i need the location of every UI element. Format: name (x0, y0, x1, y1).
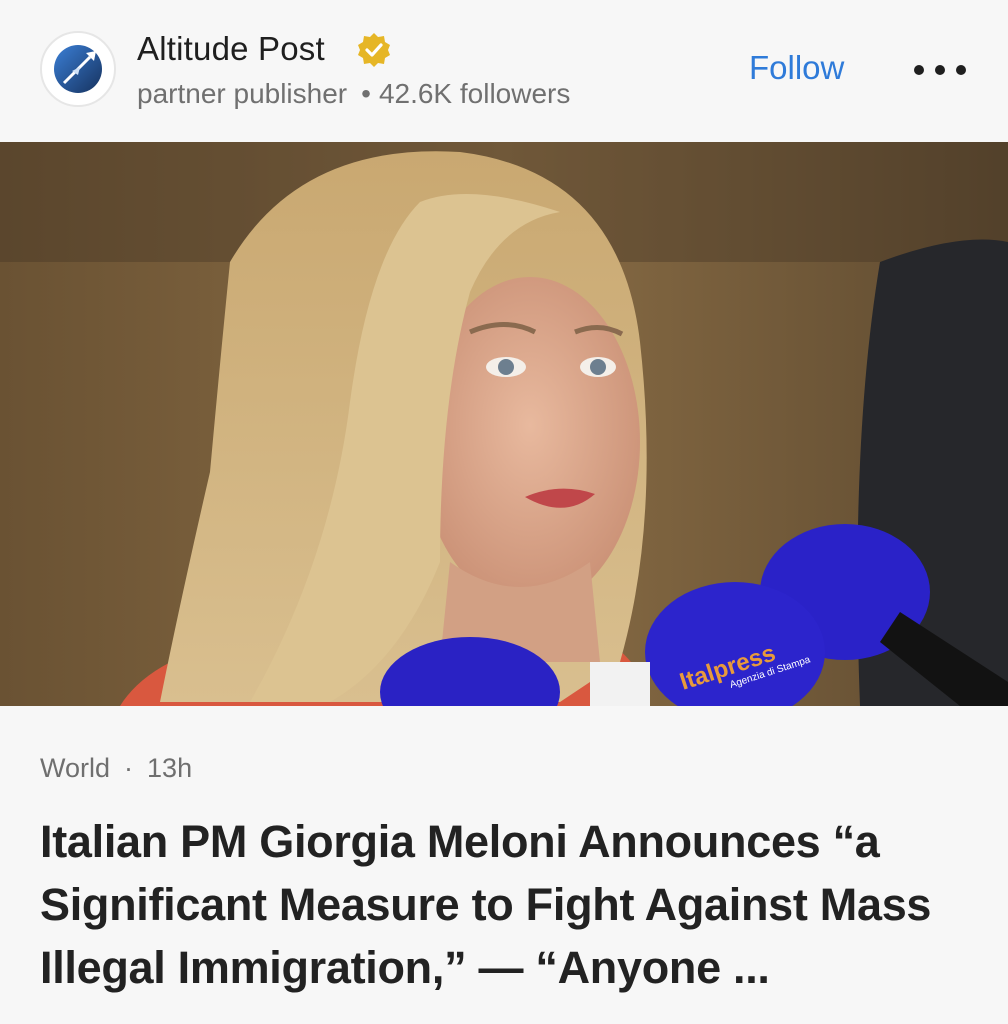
publisher-header: Altitude Post partner publisher • 42.6K fo… (0, 0, 1008, 142)
more-options-button[interactable] (914, 55, 966, 85)
more-dots-icon (914, 65, 924, 75)
article-age: 13h (147, 753, 193, 783)
plane-globe-icon (54, 45, 102, 93)
publisher-subtitle: partner publisher (137, 78, 348, 109)
publisher-name[interactable]: Altitude Post (137, 30, 325, 68)
follower-count: 42.6K followers (378, 78, 571, 109)
article-category[interactable]: World (40, 753, 110, 783)
meta-dot: · (124, 753, 134, 783)
publisher-meta: partner publisher • 42.6K followers (137, 78, 570, 110)
article-image[interactable]: Italpress Agenzia di Stampa (0, 142, 1008, 706)
article-meta: World · 13h (40, 753, 192, 784)
verified-badge-icon (358, 33, 390, 67)
meta-separator: • (361, 78, 371, 109)
article-headline[interactable]: Italian PM Giorgia Meloni Announces “a S… (40, 810, 980, 999)
news-photo: Italpress Agenzia di Stampa (0, 142, 1008, 706)
publisher-logo[interactable] (40, 31, 116, 107)
follow-button[interactable]: Follow (749, 49, 844, 87)
